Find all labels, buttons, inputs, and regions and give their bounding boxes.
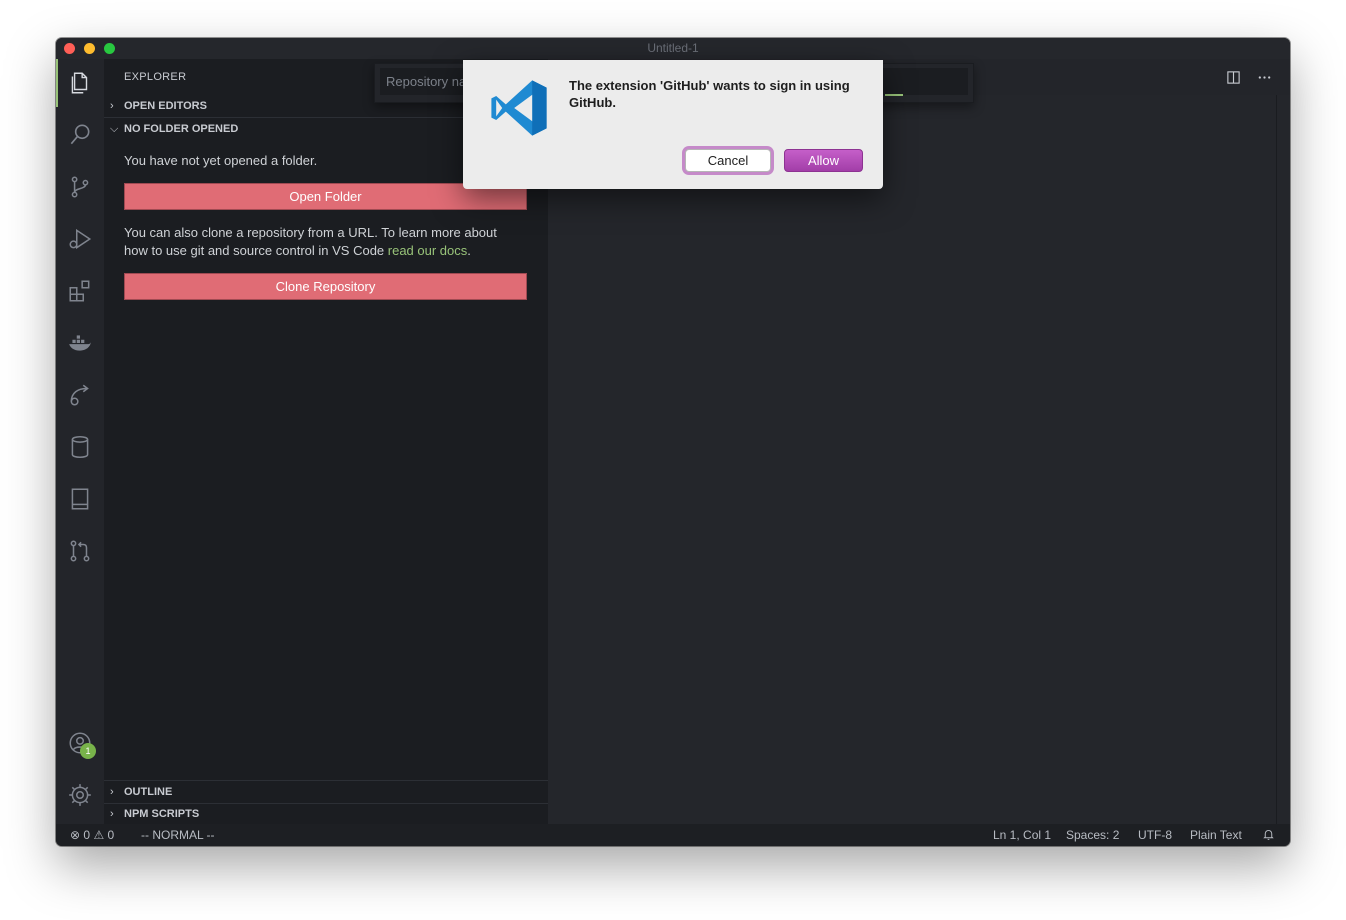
- cancel-button[interactable]: Cancel: [685, 149, 771, 172]
- editor-text-area[interactable]: [548, 95, 1290, 824]
- clone-repository-button[interactable]: Clone Repository: [124, 273, 527, 300]
- book-icon[interactable]: [56, 475, 104, 523]
- clone-description: You can also clone a repository from a U…: [124, 225, 497, 258]
- problems-indicator[interactable]: ⊗ 0 ⚠ 0: [70, 824, 114, 846]
- search-icon[interactable]: [56, 111, 104, 159]
- section-npm-scripts[interactable]: › NPM SCRIPTS: [104, 803, 548, 825]
- progress-indicator: [885, 94, 903, 96]
- read-docs-link[interactable]: read our docs: [388, 243, 468, 258]
- source-control-icon[interactable]: [56, 163, 104, 211]
- warning-icon: ⚠: [93, 828, 105, 842]
- chevron-right-icon: ›: [110, 100, 114, 112]
- section-outline[interactable]: › OUTLINE: [104, 781, 548, 803]
- cursor-position[interactable]: Ln 1, Col 1: [993, 824, 1051, 846]
- pull-request-icon[interactable]: [56, 527, 104, 575]
- account-icon[interactable]: 1: [56, 719, 104, 767]
- chevron-right-icon: ›: [110, 786, 114, 798]
- sign-in-dialog: The extension 'GitHub' wants to sign in …: [463, 60, 883, 189]
- remote-icon[interactable]: [56, 371, 104, 419]
- allow-button[interactable]: Allow: [784, 149, 863, 172]
- chevron-down-icon: ⌵: [110, 123, 119, 135]
- title-bar: Untitled-1: [56, 38, 1290, 59]
- docker-icon[interactable]: [56, 319, 104, 367]
- settings-gear-icon[interactable]: [56, 771, 104, 819]
- run-debug-icon[interactable]: [56, 215, 104, 263]
- editor-scrollbar[interactable]: [1276, 95, 1277, 824]
- encoding[interactable]: UTF-8: [1138, 824, 1172, 846]
- account-badge: 1: [80, 743, 96, 759]
- database-icon[interactable]: [56, 423, 104, 471]
- activity-bar: 1: [56, 59, 104, 824]
- error-icon: ⊗: [70, 828, 81, 842]
- chevron-right-icon: ›: [110, 808, 114, 820]
- minimize-window-button[interactable]: [84, 43, 95, 54]
- dialog-message: The extension 'GitHub' wants to sign in …: [569, 78, 850, 110]
- window-title: Untitled-1: [647, 41, 699, 55]
- more-actions-icon[interactable]: [1254, 67, 1274, 87]
- status-bar: ⊗ 0 ⚠ 0 -- NORMAL -- Ln 1, Col 1 Spaces:…: [56, 824, 1290, 846]
- close-window-button[interactable]: [64, 43, 75, 54]
- no-folder-text: You have not yet opened a folder.: [124, 153, 318, 168]
- vim-mode: -- NORMAL --: [141, 828, 215, 842]
- explorer-icon[interactable]: [56, 59, 104, 107]
- split-editor-icon[interactable]: [1223, 67, 1243, 87]
- maximize-window-button[interactable]: [104, 43, 115, 54]
- extensions-icon[interactable]: [56, 267, 104, 315]
- language-mode[interactable]: Plain Text: [1190, 824, 1242, 846]
- bell-icon[interactable]: [1262, 824, 1275, 846]
- vscode-logo-icon: [491, 80, 547, 136]
- indentation[interactable]: Spaces: 2: [1066, 824, 1119, 846]
- sidebar-title: EXPLORER: [124, 71, 187, 83]
